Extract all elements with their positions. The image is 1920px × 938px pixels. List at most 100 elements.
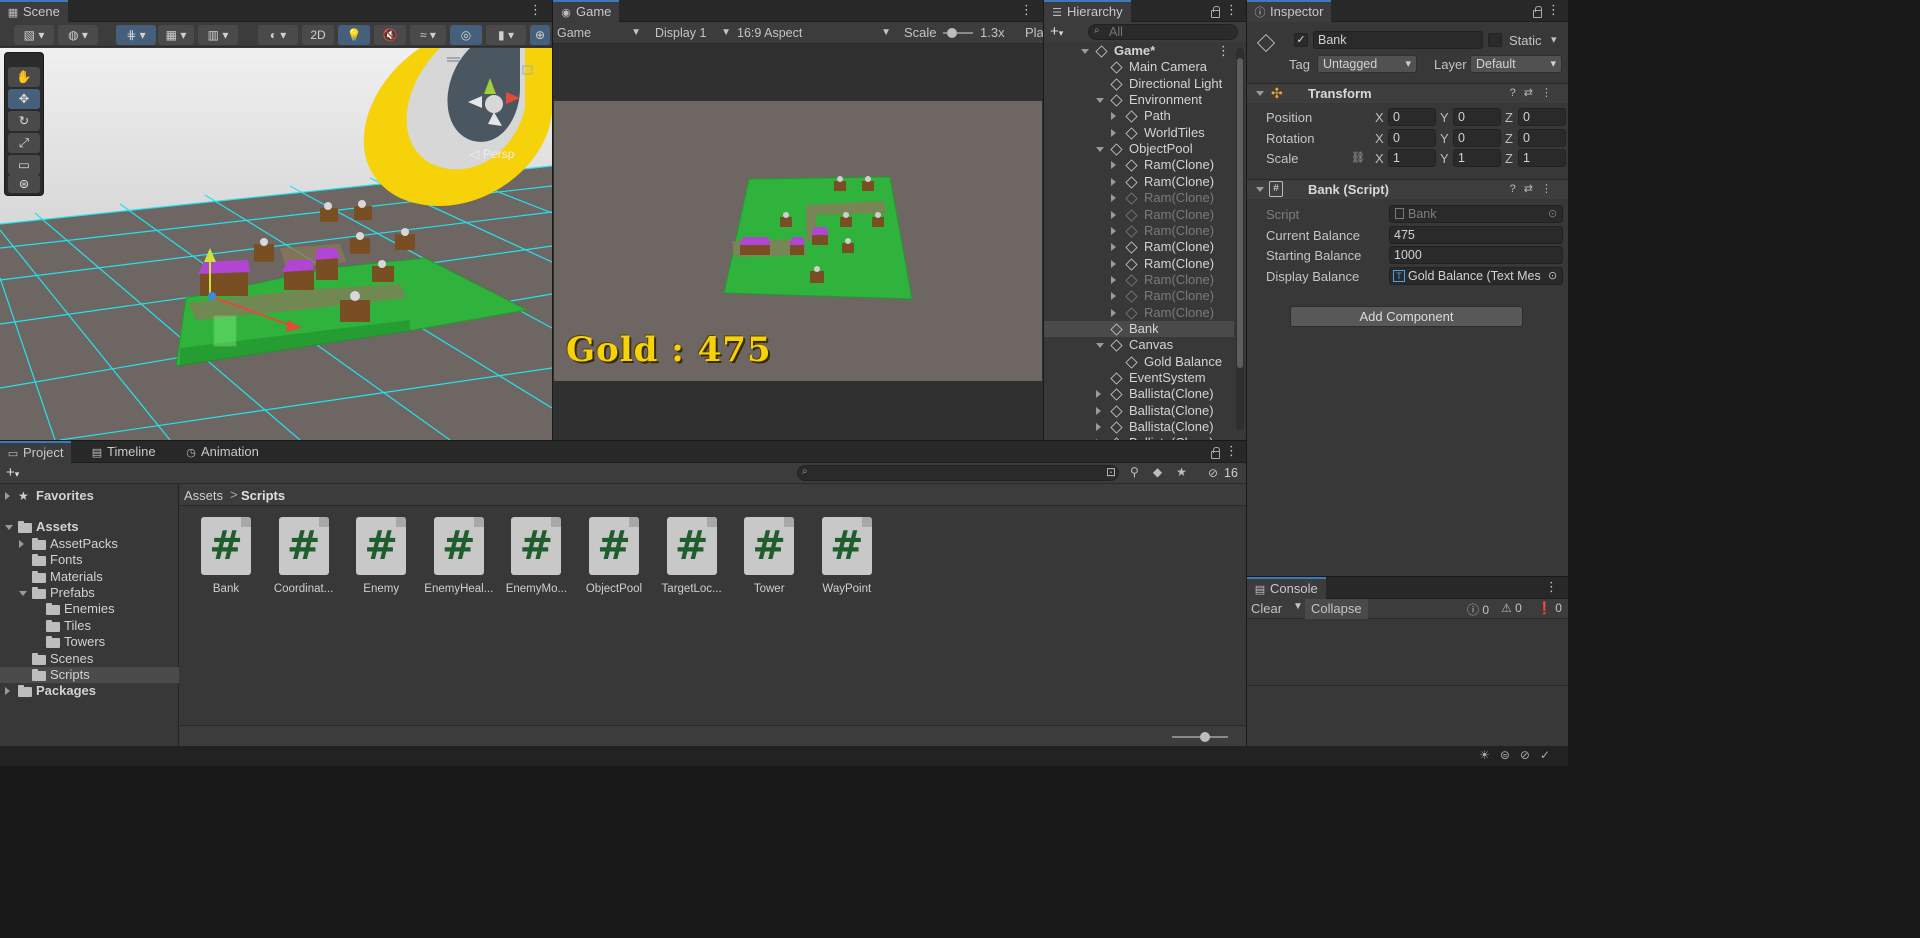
hierarchy-item[interactable]: Ram(Clone) <box>1044 190 1234 206</box>
tab-game[interactable]: ◉ Game <box>553 0 620 22</box>
lock-icon[interactable] <box>1211 447 1220 459</box>
lock-icon[interactable] <box>1533 6 1542 18</box>
project-tree-item[interactable]: AssetPacks <box>0 536 179 552</box>
foldout-arrow-icon[interactable] <box>1096 439 1101 440</box>
axis-label-z[interactable]: Z <box>1505 131 1513 146</box>
transform-z-field[interactable]: 0 <box>1518 108 1566 126</box>
rotate-tool-icon[interactable]: ↻ <box>8 111 40 131</box>
project-tree-item[interactable]: ★ Favorites <box>0 488 179 504</box>
script-asset[interactable]: # EnemyMo... <box>499 517 573 595</box>
project-tree-item[interactable]: Materials <box>0 569 179 585</box>
increment-snap-button[interactable]: ▥ ▾ <box>198 25 238 45</box>
hierarchy-item[interactable]: Ballista(Clone) <box>1044 435 1234 440</box>
breadcrumb-assets[interactable]: Assets <box>184 488 223 503</box>
create-add-button[interactable]: +▾ <box>1050 23 1063 40</box>
hierarchy-item[interactable]: Ballista(Clone) <box>1044 403 1234 419</box>
game-view-dropdown[interactable]: Game ▼ <box>557 24 645 42</box>
foldout-arrow-icon[interactable] <box>5 525 13 531</box>
hierarchy-item[interactable]: Gold Balance <box>1044 354 1234 370</box>
hierarchy-item[interactable]: Ballista(Clone) <box>1044 419 1234 435</box>
active-checkbox[interactable]: ✓ <box>1294 33 1308 47</box>
axis-label-y[interactable]: Y <box>1440 151 1449 166</box>
hierarchy-item[interactable]: Directional Light <box>1044 76 1234 92</box>
tab-project[interactable]: ▭ Project <box>0 441 72 463</box>
bank-script-header[interactable]: # Bank (Script) ?⇄⋮ <box>1247 179 1568 199</box>
add-component-button[interactable]: Add Component <box>1290 306 1523 327</box>
clear-options-icon[interactable]: ▼ <box>1293 601 1303 612</box>
move-tool-icon[interactable]: ✥ <box>8 89 40 109</box>
transform-header[interactable]: ✣ Transform ?⇄⋮ <box>1247 83 1568 103</box>
foldout-arrow-icon[interactable] <box>1096 423 1101 432</box>
hierarchy-item[interactable]: Ram(Clone) <box>1044 305 1234 321</box>
foldout-arrow-icon[interactable] <box>5 492 10 500</box>
layer-dropdown[interactable]: Default <box>1470 55 1562 73</box>
foldout-arrow-icon[interactable] <box>1111 210 1116 219</box>
error-filter[interactable]: ❗ 0 <box>1537 601 1562 615</box>
project-tree-item[interactable]: Fonts <box>0 552 179 568</box>
scale-tool-icon[interactable]: ⤢ <box>8 133 40 153</box>
effects-toggle-icon[interactable]: ≈ ▾ <box>410 25 446 45</box>
project-tree-item[interactable]: Assets <box>0 519 179 535</box>
gizmos-icon[interactable]: ⊕ <box>530 25 550 45</box>
transform-y-field[interactable]: 1 <box>1453 149 1501 167</box>
scale-slider-thumb[interactable] <box>947 28 957 38</box>
gizmo-global-button[interactable]: ◍ ▾ <box>58 25 98 45</box>
foldout-arrow-icon[interactable] <box>1111 161 1116 170</box>
hierarchy-item[interactable]: Ram(Clone) <box>1044 256 1234 272</box>
tab-timeline[interactable]: ▤ Timeline <box>84 441 164 463</box>
inspector-menu-icon[interactable]: ⋮ <box>1547 3 1560 17</box>
tab-console[interactable]: ▤ Console <box>1247 577 1326 599</box>
transform-tool-icon[interactable]: ⊛ <box>8 175 40 193</box>
grid-snap-button[interactable]: ⋕ ▾ <box>116 25 156 45</box>
transform-y-field[interactable]: 0 <box>1453 128 1501 147</box>
script-asset[interactable]: # Coordinat... <box>267 517 341 595</box>
tag-dropdown[interactable]: Untagged <box>1317 55 1417 73</box>
object-picker-icon[interactable]: ⊙ <box>1548 207 1557 220</box>
script-asset[interactable]: # EnemyHeal... <box>422 517 496 595</box>
axis-label-z[interactable]: Z <box>1505 110 1513 125</box>
hierarchy-search-input[interactable]: All <box>1088 24 1238 40</box>
project-tree-item[interactable]: Enemies <box>0 601 179 617</box>
bank-foldout-icon[interactable] <box>1256 187 1264 192</box>
foldout-arrow-icon[interactable] <box>1111 194 1116 203</box>
hand-tool-icon[interactable]: ✋ <box>8 67 40 87</box>
hierarchy-item[interactable]: Environment <box>1044 92 1234 108</box>
hierarchy-item[interactable]: Main Camera <box>1044 59 1234 75</box>
hierarchy-item[interactable]: Ram(Clone) <box>1044 223 1234 239</box>
icon-size-slider-thumb[interactable] <box>1200 732 1210 742</box>
foldout-arrow-icon[interactable] <box>1096 406 1101 415</box>
transform-x-field[interactable]: 0 <box>1388 128 1436 147</box>
hierarchy-item[interactable]: Bank <box>1044 320 1234 337</box>
foldout-arrow-icon[interactable] <box>1096 98 1104 104</box>
transform-x-field[interactable]: 1 <box>1388 149 1436 167</box>
display-dropdown[interactable]: Display 1 ▼ <box>655 24 731 42</box>
hierarchy-item[interactable]: Game* ⋮ <box>1044 43 1234 59</box>
hierarchy-scrollbar[interactable] <box>1236 48 1244 430</box>
starting-balance-field[interactable]: 1000 <box>1389 246 1563 264</box>
axis-label-z[interactable]: Z <box>1505 151 1513 166</box>
hierarchy-scroll-thumb[interactable] <box>1237 58 1243 368</box>
display-balance-field[interactable]: Gold Balance (Text Mes <box>1389 267 1563 285</box>
hierarchy-item[interactable]: WorldTiles <box>1044 125 1234 141</box>
hidden-objects-icon[interactable]: ◎ <box>450 25 482 45</box>
hierarchy-item[interactable]: Canvas <box>1044 337 1234 353</box>
aspect-dropdown[interactable]: 16:9 Aspect ▼ <box>737 24 891 42</box>
scene-menu-icon[interactable]: ⋮ <box>529 3 542 17</box>
scene-menu-icon[interactable]: ⋮ <box>1217 43 1230 59</box>
constrain-proportions-icon[interactable]: ⛓ <box>1351 151 1365 164</box>
script-asset[interactable]: # WayPoint <box>810 517 884 595</box>
foldout-arrow-icon[interactable] <box>19 539 24 548</box>
object-name-field[interactable]: Bank <box>1313 31 1483 49</box>
create-add-button[interactable]: +▾ <box>6 464 19 481</box>
rect-tool-icon[interactable]: ▭ <box>8 155 40 175</box>
transform-y-field[interactable]: 0 <box>1453 108 1501 126</box>
transform-z-field[interactable]: 1 <box>1518 149 1566 167</box>
hierarchy-item[interactable]: Ram(Clone) <box>1044 272 1234 288</box>
foldout-arrow-icon[interactable] <box>1111 308 1116 317</box>
foldout-arrow-icon[interactable] <box>1111 292 1116 301</box>
grid-visible-button[interactable]: ▦ ▾ <box>158 25 194 45</box>
transform-x-field[interactable]: 0 <box>1388 108 1436 126</box>
hierarchy-item[interactable]: Path <box>1044 108 1234 124</box>
project-tree-item[interactable]: Towers <box>0 634 179 650</box>
scene-viewport[interactable]: ◁ <box>0 48 552 440</box>
